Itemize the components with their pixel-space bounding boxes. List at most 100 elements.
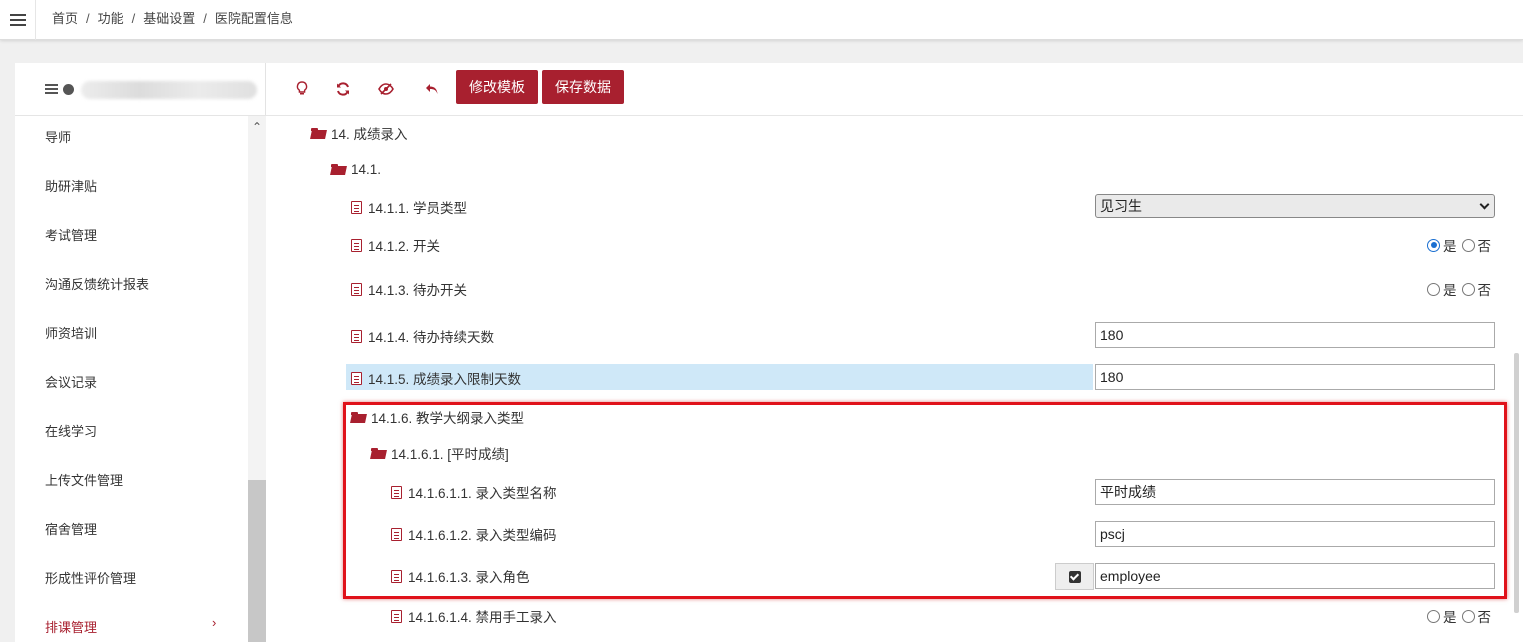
sidebar-item-online-learning[interactable]: 在线学习 xyxy=(45,421,97,440)
breadcrumb-function[interactable]: 功能 xyxy=(98,11,124,26)
switch-radio-group: 是 否 xyxy=(1427,235,1491,255)
eye-slash-icon[interactable] xyxy=(375,78,397,100)
select-value: 见习生 xyxy=(1100,198,1142,214)
sidebar-item-formative-evaluation[interactable]: 形成性评价管理 xyxy=(45,568,136,587)
sidebar-item-exam-management[interactable]: 考试管理 xyxy=(45,225,97,244)
sidebar-item-research-allowance[interactable]: 助研津贴 xyxy=(45,176,97,195)
hamburger-icon xyxy=(9,19,26,21)
scroll-up-icon[interactable]: ⌃ xyxy=(251,121,263,133)
main-scrollbar[interactable] xyxy=(1514,353,1519,613)
breadcrumb: 首页 / 功能 / 基础设置 / 医院配置信息 xyxy=(52,11,293,26)
tree-node-14-1-6-1-1[interactable]: 14.1.6.1.1. 录入类型名称 xyxy=(391,479,557,505)
score-entry-limit-days-input[interactable]: 180 xyxy=(1095,364,1495,390)
tree-node-14-1-3[interactable]: 14.1.3. 待办开关 xyxy=(351,276,467,302)
sidebar-item-file-upload[interactable]: 上传文件管理 xyxy=(45,470,123,489)
file-icon xyxy=(351,282,362,296)
file-icon xyxy=(351,200,362,214)
toolbar: 修改模板 保存数据 xyxy=(266,63,1523,116)
sidebar: 导师 助研津贴 考试管理 沟通反馈统计报表 师资培训 会议记录 在线学习 上传文… xyxy=(15,63,266,642)
lightbulb-icon[interactable] xyxy=(291,78,313,100)
sidebar-item-teacher-training[interactable]: 师资培训 xyxy=(45,323,97,342)
tree-node-14[interactable]: 14. 成绩录入 xyxy=(311,120,408,146)
tree-node-14-1-4[interactable]: 14.1.4. 待办持续天数 xyxy=(351,323,494,349)
file-icon xyxy=(351,371,362,385)
chevron-down-icon xyxy=(1479,199,1490,210)
refresh-icon[interactable] xyxy=(332,78,354,100)
main-panel: 修改模板 保存数据 xyxy=(266,63,1523,642)
folder-open-icon xyxy=(311,127,326,139)
radio-yes-label: 是 xyxy=(1443,610,1457,625)
tree-node-label: 14.1.6.1.4. 禁用手工录入 xyxy=(408,610,557,625)
sidebar-item-meeting-records[interactable]: 会议记录 xyxy=(45,372,97,391)
folder-open-icon xyxy=(331,163,346,175)
list-icon xyxy=(45,84,58,95)
file-icon xyxy=(391,569,402,583)
entry-type-name-input[interactable]: 平时成绩 xyxy=(1095,479,1495,505)
tree-node-label: 14.1. xyxy=(351,161,382,177)
tree-node-label: 14.1.2. 开关 xyxy=(368,239,441,254)
tree-node-label: 14.1.6.1.3. 录入角色 xyxy=(408,570,530,585)
undo-icon[interactable] xyxy=(421,78,443,100)
radio-no-label: 否 xyxy=(1477,239,1492,254)
tree-node-14-1-6-1-2[interactable]: 14.1.6.1.2. 录入类型编码 xyxy=(391,521,557,547)
todo-switch-radio-group: 是 否 xyxy=(1427,279,1491,299)
radio-yes[interactable] xyxy=(1427,238,1440,252)
radio-yes[interactable] xyxy=(1427,609,1440,623)
menu-toggle-button[interactable] xyxy=(0,0,36,40)
file-icon xyxy=(391,527,402,541)
sidebar-item-tutor[interactable]: 导师 xyxy=(45,127,71,146)
scrollbar-thumb[interactable] xyxy=(248,480,266,642)
tree-node-14-1-2[interactable]: 14.1.2. 开关 xyxy=(351,232,440,258)
sidebar-scrollbar[interactable]: ⌃ xyxy=(248,116,266,642)
entry-role-input[interactable]: employee xyxy=(1095,563,1495,589)
tree-node-label: 14.1.1. 学员类型 xyxy=(368,201,468,216)
tree-node-label: 14.1.6. 教学大纲录入类型 xyxy=(371,411,525,426)
radio-yes-label: 是 xyxy=(1443,283,1457,298)
breadcrumb-current: 医院配置信息 xyxy=(214,11,293,26)
tree-node-14-1[interactable]: 14.1. xyxy=(331,156,381,182)
tree-node-14-1-6-1[interactable]: 14.1.6.1. [平时成绩] xyxy=(371,440,509,466)
tree-node-label: 14.1.4. 待办持续天数 xyxy=(368,330,495,345)
chevron-right-icon: › xyxy=(212,615,217,630)
file-icon xyxy=(351,238,362,252)
tree-node-label: 14.1.5. 成绩录入限制天数 xyxy=(368,372,522,387)
save-data-button[interactable]: 保存数据 xyxy=(542,70,624,104)
checkbox-checked-icon xyxy=(1068,570,1081,583)
tree-node-14-1-6-1-4[interactable]: 14.1.6.1.4. 禁用手工录入 xyxy=(391,603,557,629)
todo-days-input[interactable]: 180 xyxy=(1095,322,1495,348)
radio-no-label: 否 xyxy=(1477,610,1492,625)
entry-role-picker-button[interactable] xyxy=(1055,563,1094,590)
sidebar-item-scheduling[interactable]: 排课管理 xyxy=(45,617,97,636)
tree-node-14-1-5[interactable]: 14.1.5. 成绩录入限制天数 xyxy=(351,365,521,391)
file-icon xyxy=(391,485,402,499)
entry-type-code-input[interactable]: pscj xyxy=(1095,521,1495,547)
student-type-select[interactable]: 见习生 xyxy=(1095,194,1495,218)
radio-no[interactable] xyxy=(1461,238,1475,252)
tree-node-label: 14.1.6.1. [平时成绩] xyxy=(391,447,509,462)
edit-template-button[interactable]: 修改模板 xyxy=(456,70,538,104)
file-icon xyxy=(351,329,362,343)
radio-no[interactable] xyxy=(1461,282,1475,296)
radio-yes[interactable] xyxy=(1427,282,1440,296)
tree-node-14-1-1[interactable]: 14.1.1. 学员类型 xyxy=(351,194,467,220)
top-bar: 首页 / 功能 / 基础设置 / 医院配置信息 xyxy=(0,0,1523,40)
sidebar-item-feedback-report[interactable]: 沟通反馈统计报表 xyxy=(45,274,149,293)
tree-node-label: 14.1.6.1.2. 录入类型编码 xyxy=(408,528,557,543)
sidebar-item-dormitory[interactable]: 宿舍管理 xyxy=(45,519,97,538)
tree-node-label: 14.1.3. 待办开关 xyxy=(368,283,468,298)
tree-node-14-1-6[interactable]: 14.1.6. 教学大纲录入类型 xyxy=(351,404,524,430)
tree-node-14-1-6-1-3[interactable]: 14.1.6.1.3. 录入角色 xyxy=(391,563,530,589)
tree-node-label: 14.1.6.1.1. 录入类型名称 xyxy=(408,486,557,501)
breadcrumb-home[interactable]: 首页 xyxy=(52,11,78,26)
tree-node-label: 14. 成绩录入 xyxy=(331,127,408,142)
radio-no-label: 否 xyxy=(1477,283,1492,298)
folder-open-icon xyxy=(371,447,386,459)
breadcrumb-basic-settings[interactable]: 基础设置 xyxy=(143,11,195,26)
radio-no[interactable] xyxy=(1461,609,1475,623)
status-dot-icon xyxy=(63,84,74,95)
redacted-user-info xyxy=(81,81,257,99)
disable-manual-entry-radio-group: 是 否 xyxy=(1427,606,1491,626)
sidebar-menu: 导师 助研津贴 考试管理 沟通反馈统计报表 师资培训 会议记录 在线学习 上传文… xyxy=(15,116,248,642)
file-icon xyxy=(391,609,402,623)
folder-open-icon xyxy=(351,411,366,423)
